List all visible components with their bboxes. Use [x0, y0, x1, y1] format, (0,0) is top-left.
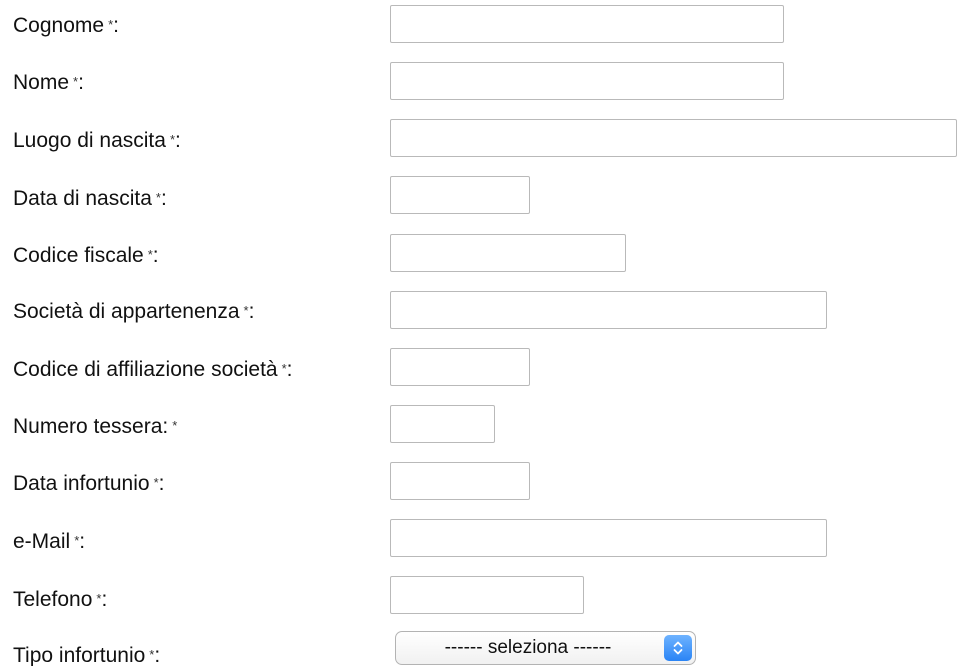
label-colon: : — [78, 71, 84, 94]
societa-di-appartenenza-input[interactable] — [390, 291, 827, 329]
cognome-input[interactable] — [390, 5, 784, 43]
label-colon: : — [152, 244, 159, 267]
label-text: Cognome — [13, 14, 105, 37]
label-codice-di-affiliazione-societa: Codice di affiliazione società *: — [13, 357, 293, 382]
label-data-di-nascita: Data di nascita *: — [13, 186, 167, 211]
nome-input[interactable] — [390, 62, 784, 100]
label-codice-fiscale: Codice fiscale *: — [13, 243, 159, 268]
label-tipo-infortunio: Tipo infortunio *: — [13, 643, 160, 666]
label-text: e-Mail — [13, 530, 71, 553]
label-colon: : — [79, 530, 86, 553]
email-input[interactable] — [390, 519, 827, 557]
telefono-input[interactable] — [390, 576, 584, 614]
label-colon: : — [286, 358, 293, 381]
label-colon: : — [154, 644, 161, 666]
label-text: Data di nascita — [13, 187, 152, 210]
label-colon: : — [158, 472, 165, 495]
label-colon: : — [160, 187, 167, 210]
label-colon: : — [113, 14, 119, 37]
label-text: Codice fiscale — [13, 244, 144, 267]
label-text: Telefono — [13, 588, 93, 611]
data-di-nascita-input[interactable] — [390, 176, 530, 214]
registration-form: Cognome *: Nome *: Luogo di nascita *: Data… — [0, 0, 957, 666]
label-societa-di-appartenenza: Società di appartenenza *: — [13, 299, 254, 324]
required-marker: * — [172, 418, 178, 433]
label-colon: : — [248, 300, 255, 323]
luogo-di-nascita-input[interactable] — [390, 119, 957, 157]
label-nome: Nome *: — [13, 70, 84, 95]
label-text: Luogo di nascita — [13, 129, 166, 152]
up-down-chevron-icon — [664, 635, 692, 661]
label-colon: : — [101, 588, 108, 611]
label-text: Tipo infortunio — [13, 644, 146, 666]
select-selected-value: ------ seleziona ------ — [444, 637, 612, 658]
tipo-infortunio-select[interactable]: ------ seleziona ------ — [395, 631, 696, 665]
label-telefono: Telefono *: — [13, 587, 107, 612]
label-numero-tessera: Numero tessera: * — [13, 414, 177, 439]
label-email: e-Mail *: — [13, 529, 85, 554]
label-data-infortunio: Data infortunio *: — [13, 471, 165, 496]
label-text: Numero tessera: — [13, 415, 169, 438]
label-luogo-di-nascita: Luogo di nascita *: — [13, 128, 181, 153]
codice-fiscale-input[interactable] — [390, 234, 626, 272]
label-cognome: Cognome *: — [13, 13, 119, 38]
codice-di-affiliazione-input[interactable] — [390, 348, 530, 386]
label-text: Data infortunio — [13, 472, 150, 495]
label-colon: : — [175, 129, 181, 152]
label-text: Codice di affiliazione società — [13, 358, 278, 381]
data-infortunio-input[interactable] — [390, 462, 530, 500]
label-text: Nome — [13, 71, 70, 94]
numero-tessera-input[interactable] — [390, 405, 495, 443]
label-text: Società di appartenenza — [13, 300, 240, 323]
